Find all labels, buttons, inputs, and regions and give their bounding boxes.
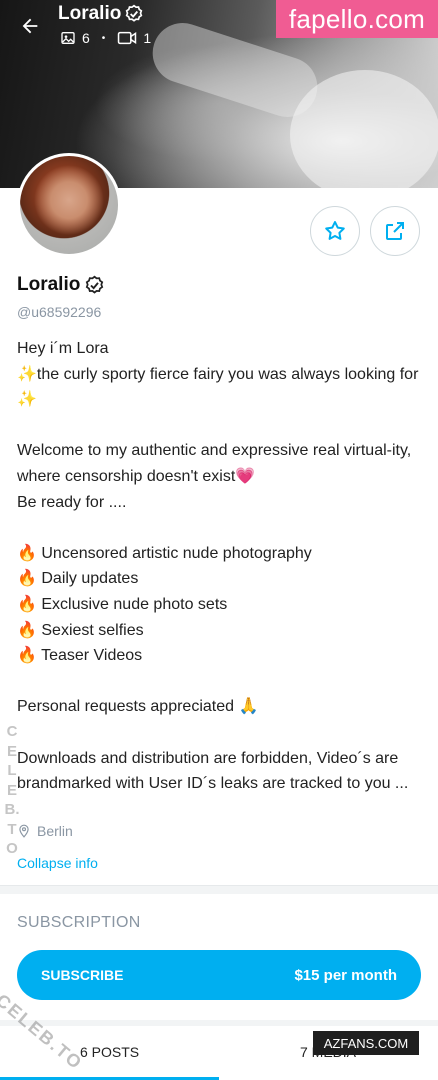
celeb-watermark-vertical: CELEB.TO — [4, 722, 20, 859]
section-divider — [0, 885, 438, 894]
stats-separator: • — [101, 32, 106, 44]
profile-name-row: Loralio — [17, 274, 105, 296]
profile-handle: @u68592296 — [17, 304, 102, 320]
bio-line: 🔥 Teaser Videos — [17, 647, 143, 665]
bio-line — [17, 720, 427, 746]
arrow-left-icon — [22, 18, 38, 34]
celeb-watermark-vertical-text: CELEB.TO — [4, 723, 20, 857]
location-text: Berlin — [37, 823, 73, 839]
share-icon — [386, 222, 404, 240]
bio-line: Personal requests appreciated 🙏 — [17, 698, 259, 716]
bio-line — [17, 669, 427, 695]
star-icon — [325, 221, 345, 240]
bio-line: Downloads and distribution are forbidden… — [17, 749, 409, 793]
header-title: Loralio — [58, 3, 122, 24]
tab-posts[interactable]: 6 POSTS — [80, 1044, 139, 1060]
share-button[interactable] — [370, 206, 420, 256]
bio-line: Be ready for .... — [17, 493, 127, 511]
subscribe-label: SUBSCRIBE — [41, 967, 124, 983]
profile-location: Berlin — [17, 823, 73, 839]
avatar[interactable] — [17, 153, 121, 257]
cover-figure-hip — [290, 70, 438, 188]
bio-line: 🔥 Sexiest selfies — [17, 621, 144, 639]
bio-line — [17, 413, 427, 439]
image-icon — [61, 32, 75, 44]
tabs-divider — [0, 1020, 438, 1026]
verified-icon — [126, 4, 143, 22]
bio-line — [17, 515, 427, 541]
subscribe-button[interactable]: SUBSCRIBE $15 per month — [17, 950, 421, 1000]
fapello-watermark: fapello.com — [276, 0, 438, 38]
bio-line: 🔥 Uncensored artistic nude photography — [17, 544, 312, 562]
collapse-info-link[interactable]: Collapse info — [17, 855, 98, 871]
header-title-row: Loralio — [58, 3, 144, 25]
video-count: 1 — [143, 30, 152, 46]
verified-icon — [86, 275, 104, 294]
bio-line: Hey i´m Lora — [17, 340, 109, 357]
subscription-title: SUBSCRIPTION — [17, 914, 141, 931]
celeb-watermark-diagonal: CELEB.TO — [0, 990, 87, 1074]
bio-line: Welcome to my authentic and expressive r… — [17, 442, 416, 485]
video-icon — [118, 31, 137, 45]
photo-count: 6 — [82, 30, 90, 46]
bio-line: 🔥 Daily updates — [17, 570, 139, 588]
back-button[interactable] — [12, 8, 48, 44]
profile-bio: Hey i´m Lora ✨the curly sporty fierce fa… — [17, 336, 427, 797]
profile-name: Loralio — [17, 274, 81, 295]
azfans-watermark: AZFANS.COM — [313, 1031, 419, 1055]
subscribe-price: $15 per month — [294, 966, 397, 984]
bio-line: ✨the curly sporty fierce fairy you was a… — [17, 365, 423, 409]
header-stats: 6 • 1 — [60, 30, 151, 46]
favorite-button[interactable] — [310, 206, 360, 256]
bio-line: 🔥 Exclusive nude photo sets — [17, 595, 228, 613]
